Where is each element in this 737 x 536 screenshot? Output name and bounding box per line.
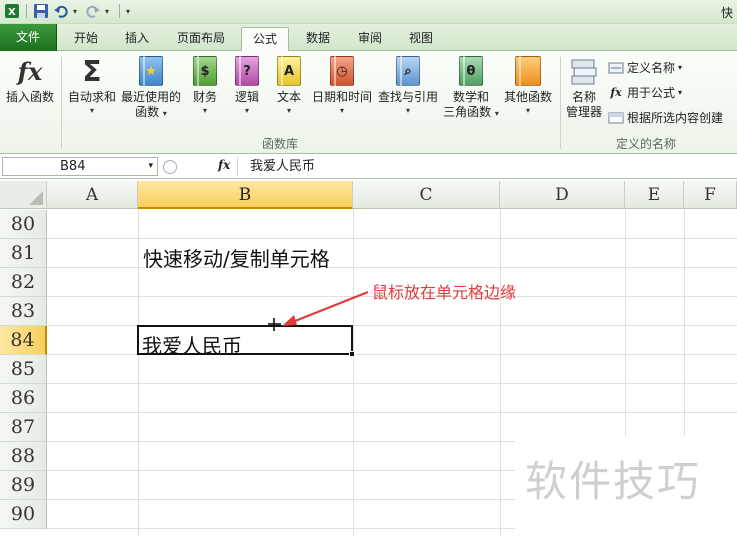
annotation-label: 鼠标放在单元格边缘: [372, 283, 517, 302]
move-cursor-icon: [268, 318, 281, 331]
watermark: 软件技巧: [515, 436, 737, 536]
